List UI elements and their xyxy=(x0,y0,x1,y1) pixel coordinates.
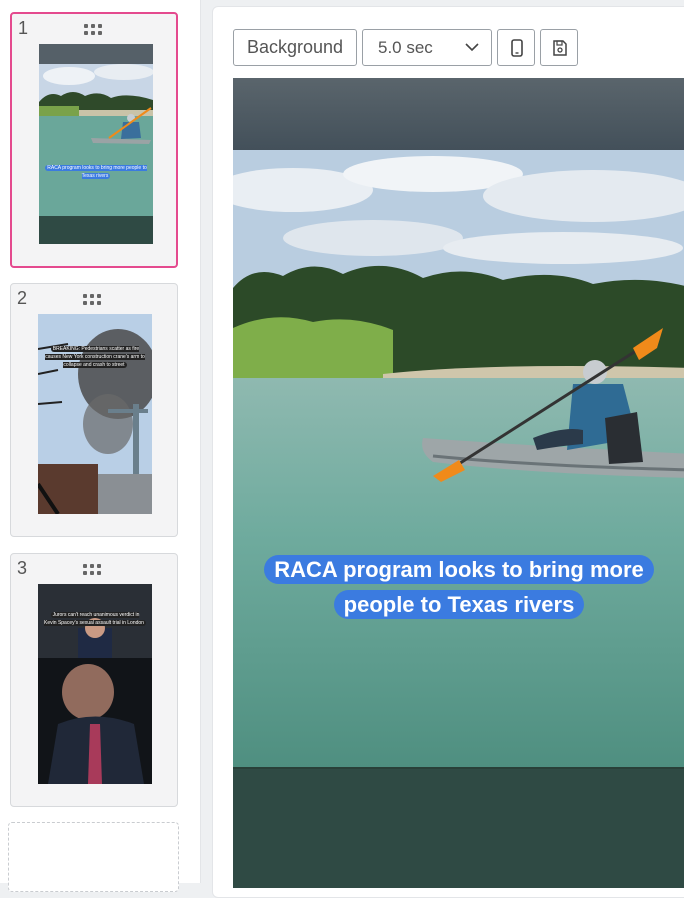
slide-number: 1 xyxy=(18,18,29,38)
drag-handle-icon[interactable] xyxy=(84,24,104,38)
save-button[interactable] xyxy=(540,29,578,66)
drag-handle-icon[interactable] xyxy=(83,564,103,578)
slide-number: 3 xyxy=(17,558,28,578)
slide-background-image xyxy=(233,78,684,888)
caption-line-2: people to Texas rivers xyxy=(333,590,585,619)
slide-canvas[interactable]: RACA program looks to bring more people … xyxy=(233,78,684,888)
slide-thumbnail: BREAKING: Pedestrians scatter as fire ca… xyxy=(38,314,152,514)
slide-caption[interactable]: RACA program looks to bring more people … xyxy=(233,552,684,622)
slide-card-3[interactable]: 3 Jurors can't reach unanimous verdict i… xyxy=(10,553,178,807)
duration-value: 5.0 sec xyxy=(378,38,433,57)
slide-thumbnail: RACA program looks to bring more people … xyxy=(39,44,153,244)
slide-thumbnail-caption: BREAKING: Pedestrians scatter as fire ca… xyxy=(45,346,145,368)
phone-preview-button[interactable] xyxy=(497,29,535,66)
add-slide-slot[interactable] xyxy=(8,822,179,892)
duration-select[interactable]: 5.0 sec xyxy=(362,29,492,66)
slide-thumbnail: Jurors can't reach unanimous verdict in … xyxy=(38,584,152,784)
background-button[interactable]: Background xyxy=(233,29,357,66)
editor-panel: Background 5.0 sec RACA program looks to… xyxy=(212,6,684,898)
caption-line-1: RACA program looks to bring more xyxy=(264,555,654,584)
chevron-down-icon xyxy=(465,43,479,52)
slide-card-1[interactable]: 1 RACA program looks to bring more peopl… xyxy=(10,12,178,268)
slide-number: 2 xyxy=(17,288,28,308)
slide-thumbnail-caption: Jurors can't reach unanimous verdict in … xyxy=(44,612,146,626)
slides-panel: 1 RACA program looks to bring more peopl… xyxy=(0,0,201,892)
drag-handle-icon[interactable] xyxy=(83,294,103,308)
save-icon xyxy=(553,40,567,56)
phone-icon xyxy=(511,39,523,57)
slide-card-2[interactable]: 2 BREAKING: Pedestrians scatter as fire … xyxy=(10,283,178,537)
slide-thumbnail-caption: RACA program looks to bring more people … xyxy=(45,165,147,179)
